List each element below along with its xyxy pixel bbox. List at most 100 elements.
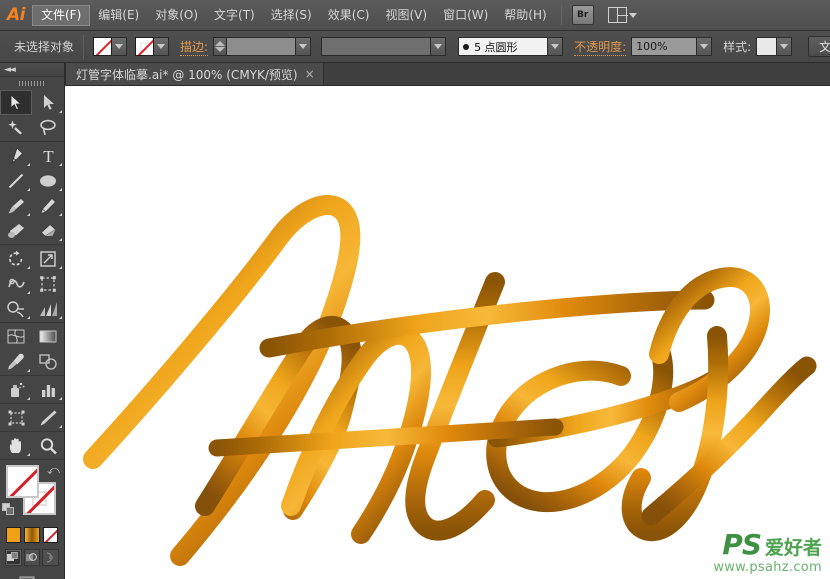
change-screen-mode-button[interactable] <box>19 575 45 579</box>
default-fill-stroke-icon[interactable] <box>2 503 15 516</box>
color-button[interactable] <box>6 527 21 543</box>
line-segment-tool[interactable] <box>0 168 32 193</box>
free-transform-tool[interactable] <box>32 271 64 296</box>
opacity-input[interactable]: 100% <box>631 37 697 56</box>
document-tab[interactable]: 灯管字体临摹.ai* @ 100% (CMYK/预览) × <box>65 62 324 85</box>
tool-group-selection <box>0 89 64 142</box>
ellipse-tool[interactable] <box>32 168 64 193</box>
menu-item-effect[interactable]: 效果(C) <box>320 5 378 26</box>
stroke-weight-control[interactable] <box>213 37 311 56</box>
symbol-sprayer-tool[interactable] <box>0 377 32 402</box>
column-graph-tool[interactable] <box>32 377 64 402</box>
grip-dots <box>19 81 45 86</box>
none-button[interactable] <box>43 527 58 543</box>
screen-mode-row <box>0 569 64 579</box>
stroke-none-icon[interactable] <box>135 37 154 56</box>
menu-item-file[interactable]: 文件(F) <box>32 5 90 26</box>
eraser-tool[interactable] <box>32 218 64 243</box>
mesh-tool[interactable] <box>0 324 32 349</box>
flyout-triangle-icon <box>59 397 62 400</box>
brush-definition-dropdown-button[interactable] <box>548 37 563 56</box>
stroke-weight-label[interactable]: 描边: <box>180 38 208 56</box>
pen-tool[interactable] <box>0 143 32 168</box>
stroke-profile-input[interactable] <box>321 37 431 56</box>
menu-item-help[interactable]: 帮助(H) <box>496 5 554 26</box>
gradient-tool[interactable] <box>32 324 64 349</box>
flyout-triangle-icon <box>59 266 62 269</box>
style-label: 样式: <box>723 38 751 55</box>
flyout-triangle-icon <box>59 163 62 166</box>
stroke-profile-dropdown-button[interactable] <box>431 37 446 56</box>
gradient-button[interactable] <box>24 527 39 543</box>
fill-stroke-indicator: ⤺ <box>0 463 64 525</box>
fill-dropdown-button[interactable] <box>112 37 127 56</box>
document-setup-button[interactable]: 文档设置 <box>808 36 830 57</box>
slice-tool[interactable] <box>32 405 64 430</box>
draw-inside-button[interactable] <box>42 549 59 566</box>
type-tool[interactable]: T <box>32 143 64 168</box>
stroke-profile-control[interactable] <box>321 37 446 56</box>
flyout-triangle-icon <box>27 369 30 372</box>
tube-lettering-artwork[interactable] <box>65 86 830 579</box>
graphic-style-dropdown-button[interactable] <box>777 37 792 56</box>
graphic-style-swatch[interactable] <box>756 37 777 56</box>
stepper-up-icon <box>215 41 225 46</box>
swap-fill-stroke-icon[interactable]: ⤺ <box>47 463 61 477</box>
menu-item-view[interactable]: 视图(V) <box>377 5 435 26</box>
document-canvas[interactable] <box>65 86 830 579</box>
rotate-tool[interactable] <box>0 246 32 271</box>
brush-definition-control[interactable]: 5 点圆形 <box>458 37 563 56</box>
selection-tool[interactable] <box>0 90 32 115</box>
artboard-tool[interactable] <box>0 405 32 430</box>
arrange-documents-button[interactable] <box>608 7 637 23</box>
tool-group-transform <box>0 245 64 323</box>
menu-item-window[interactable]: 窗口(W) <box>435 5 496 26</box>
menu-item-select[interactable]: 选择(S) <box>263 5 320 26</box>
opacity-control[interactable]: 100% <box>631 37 712 56</box>
graphic-style-control[interactable] <box>756 37 792 56</box>
direct-selection-tool[interactable] <box>32 90 64 115</box>
zoom-tool[interactable] <box>32 433 64 458</box>
fill-color-control[interactable] <box>93 37 127 56</box>
scale-tool[interactable] <box>32 246 64 271</box>
paintbrush-tool[interactable] <box>0 193 32 218</box>
opacity-label[interactable]: 不透明度: <box>574 38 626 56</box>
chevron-down-icon <box>551 44 559 49</box>
chevron-down-icon <box>434 44 442 49</box>
menu-item-object[interactable]: 对象(O) <box>147 5 206 26</box>
stroke-dropdown-button[interactable] <box>154 37 169 56</box>
brush-definition-value[interactable]: 5 点圆形 <box>458 37 548 56</box>
hand-tool[interactable] <box>0 433 32 458</box>
blob-brush-tool[interactable] <box>0 218 32 243</box>
stroke-color-control[interactable] <box>135 37 169 56</box>
fill-none-icon[interactable] <box>93 37 112 56</box>
tools-panel-grip[interactable] <box>0 77 64 89</box>
menu-item-type[interactable]: 文字(T) <box>206 5 263 26</box>
stroke-weight-stepper[interactable] <box>213 37 226 56</box>
lasso-tool[interactable] <box>32 115 64 140</box>
opacity-dropdown-button[interactable] <box>697 37 712 56</box>
shape-builder-tool[interactable] <box>0 296 32 321</box>
draw-behind-button[interactable] <box>24 549 41 566</box>
flyout-triangle-icon <box>27 266 30 269</box>
menu-item-edit[interactable]: 编辑(E) <box>90 5 147 26</box>
bridge-button[interactable]: Br <box>572 5 594 25</box>
close-icon[interactable]: × <box>305 67 315 81</box>
double-chevron-left-icon[interactable]: ◄◄ <box>4 65 14 75</box>
width-tool[interactable] <box>0 271 32 296</box>
magic-wand-tool[interactable] <box>0 115 32 140</box>
fill-swatch[interactable] <box>6 465 39 498</box>
stroke-weight-input[interactable] <box>226 37 296 56</box>
eyedropper-tool[interactable] <box>0 349 32 374</box>
flyout-triangle-icon <box>59 188 62 191</box>
flyout-triangle-icon <box>27 397 30 400</box>
perspective-grid-tool[interactable] <box>32 296 64 321</box>
stroke-weight-dropdown-button[interactable] <box>296 37 311 56</box>
pencil-tool[interactable] <box>32 193 64 218</box>
menu-divider <box>561 5 562 25</box>
draw-normal-button[interactable] <box>5 549 22 566</box>
blend-tool[interactable] <box>32 349 64 374</box>
tools-panel-header[interactable]: ◄◄ <box>0 63 64 77</box>
flyout-triangle-icon <box>59 425 62 428</box>
flyout-triangle-icon <box>27 188 30 191</box>
